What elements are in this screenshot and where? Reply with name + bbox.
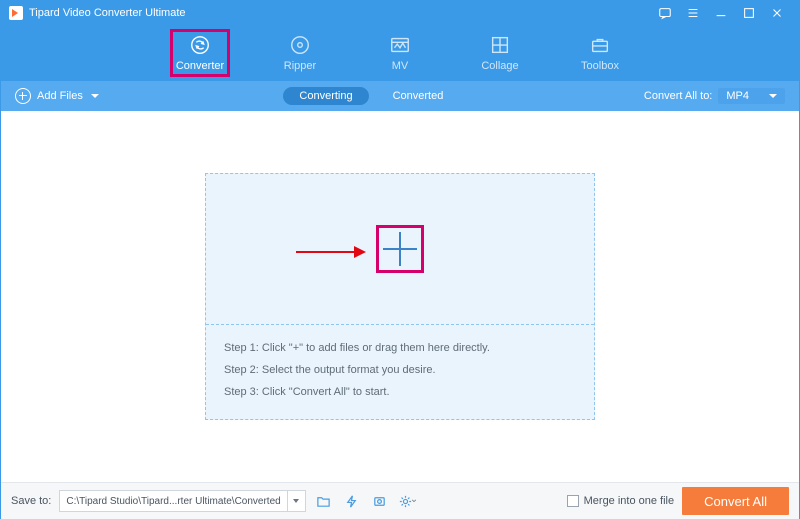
toolbar: Add Files Converting Converted Convert A… <box>1 81 799 111</box>
step-text: Step 3: Click "Convert All" to start. <box>224 381 576 403</box>
nav-label: MV <box>392 60 409 72</box>
ripper-icon <box>289 34 311 56</box>
convert-all-to-label: Convert All to: <box>644 90 712 102</box>
merge-label: Merge into one file <box>584 495 675 507</box>
format-value: MP4 <box>726 90 749 102</box>
mv-icon <box>389 34 411 56</box>
close-icon[interactable] <box>763 1 791 25</box>
dropzone-top[interactable] <box>206 174 594 324</box>
nav-ripper[interactable]: Ripper <box>270 30 330 76</box>
main-nav: Converter Ripper MV Collage Toolbox <box>1 25 799 81</box>
step-text: Step 1: Click "+" to add files or drag t… <box>224 337 576 359</box>
path-dropdown[interactable] <box>287 491 305 511</box>
step-text: Step 2: Select the output format you des… <box>224 359 576 381</box>
settings-button[interactable] <box>398 491 418 511</box>
app-title: Tipard Video Converter Ultimate <box>29 7 186 19</box>
nav-label: Collage <box>481 60 518 72</box>
tab-converted[interactable]: Converted <box>377 87 460 105</box>
feedback-icon[interactable] <box>651 1 679 25</box>
merge-checkbox[interactable]: Merge into one file <box>567 495 675 507</box>
add-files-label: Add Files <box>37 90 83 102</box>
converter-icon <box>189 34 211 56</box>
nav-mv[interactable]: MV <box>370 30 430 76</box>
menu-icon[interactable] <box>679 1 707 25</box>
toolbox-icon <box>589 34 611 56</box>
plus-icon <box>383 232 417 266</box>
annotation-arrow <box>296 246 366 258</box>
save-path-input[interactable]: C:\Tipard Studio\Tipard...rter Ultimate\… <box>59 490 305 512</box>
output-format-select[interactable]: MP4 <box>718 88 785 104</box>
nav-label: Ripper <box>284 60 316 72</box>
maximize-icon[interactable] <box>735 1 763 25</box>
chevron-down-icon <box>769 94 777 98</box>
save-path-value: C:\Tipard Studio\Tipard...rter Ultimate\… <box>60 496 286 507</box>
nav-converter[interactable]: Converter <box>170 29 230 77</box>
save-to-label: Save to: <box>11 495 51 507</box>
nav-label: Converter <box>176 60 224 72</box>
titlebar: Tipard Video Converter Ultimate <box>1 1 799 25</box>
nav-toolbox[interactable]: Toolbox <box>570 30 630 76</box>
main-area: Step 1: Click "+" to add files or drag t… <box>1 111 799 482</box>
plus-circle-icon <box>15 88 31 104</box>
nav-collage[interactable]: Collage <box>470 30 530 76</box>
instructions: Step 1: Click "+" to add files or drag t… <box>206 325 594 419</box>
dropzone[interactable]: Step 1: Click "+" to add files or drag t… <box>205 173 595 420</box>
gpu-accel-button[interactable] <box>370 491 390 511</box>
app-logo <box>9 6 23 20</box>
add-files-button[interactable]: Add Files <box>15 88 99 104</box>
minimize-icon[interactable] <box>707 1 735 25</box>
checkbox-icon <box>567 495 579 507</box>
collage-icon <box>489 34 511 56</box>
chevron-down-icon <box>91 94 99 98</box>
tab-converting[interactable]: Converting <box>283 87 368 105</box>
footer: Save to: C:\Tipard Studio\Tipard...rter … <box>1 482 799 519</box>
nav-label: Toolbox <box>581 60 619 72</box>
convert-all-button[interactable]: Convert All <box>682 487 789 515</box>
open-folder-button[interactable] <box>314 491 334 511</box>
add-files-plus[interactable] <box>376 225 424 273</box>
lightning-button[interactable] <box>342 491 362 511</box>
